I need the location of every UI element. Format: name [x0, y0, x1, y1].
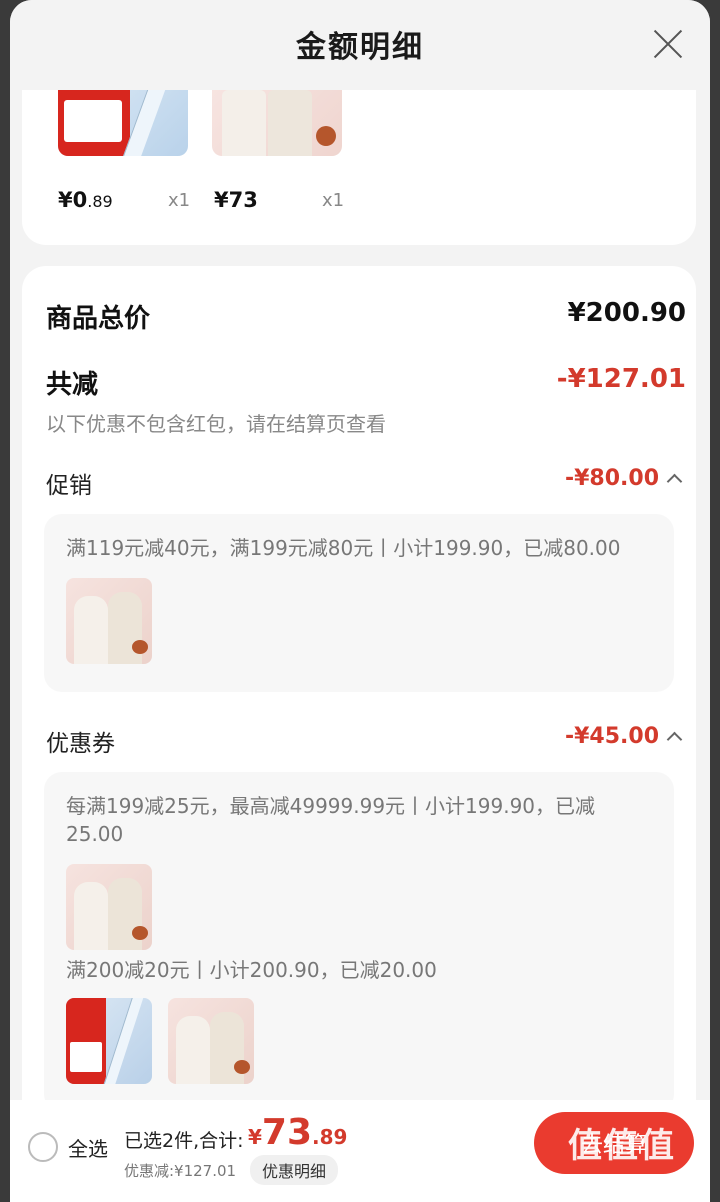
coupon-product-thumbnail[interactable] [66, 864, 152, 950]
amount-detail-sheet: 金额明细 ¥0.89 x1 ¥73 x1 商品总价 ¥200.90 共减 -¥1… [10, 0, 710, 1202]
model-graphic [74, 882, 108, 950]
promotion-rule-text: 满119元减40元，满199元减80元丨小计199.90，已减80.00 [66, 536, 621, 560]
chevron-up-icon [666, 731, 683, 748]
dog-graphic [132, 640, 148, 654]
coupon-product-thumbnail[interactable] [168, 998, 254, 1084]
sheet-header: 金额明细 [10, 0, 710, 90]
promotion-product-thumbnail[interactable] [66, 578, 152, 664]
model-graphic [268, 90, 312, 156]
sheet-title: 金额明细 [296, 30, 424, 65]
selected-count: 已选2件,合计: [124, 1130, 244, 1152]
coupon-detail-box: 每满199减25元，最高减49999.99元丨小计199.90，已减25.00 … [44, 772, 674, 1112]
promotion-detail-box: 满119元减40元，满199元减80元丨小计199.90，已减80.00 [44, 514, 674, 692]
promotion-toggle[interactable]: -¥80.00 [564, 466, 683, 491]
product-card: ¥0.89 x1 ¥73 x1 [22, 90, 696, 245]
model-graphic [74, 596, 108, 664]
dog-graphic [316, 126, 336, 146]
ruler-graphic [103, 998, 144, 1084]
product-price: ¥73 [214, 188, 258, 212]
discount-total: 优惠减:¥127.01 [124, 1162, 237, 1180]
select-all-label[interactable]: 全选 [68, 1133, 108, 1162]
coupon-rule-text: 满200减20元丨小计200.90，已减20.00 [66, 958, 437, 982]
discount-detail-button[interactable]: 优惠明细 [250, 1155, 339, 1185]
coupon-value: -¥45.00 [564, 724, 659, 749]
dog-graphic [234, 1060, 250, 1074]
promotion-value: -¥80.00 [564, 466, 659, 491]
total-price-value: ¥200.90 [567, 298, 686, 328]
promo-label-graphic [64, 100, 122, 142]
promotion-label: 促销 [46, 473, 92, 499]
model-graphic [176, 1016, 210, 1084]
product-quantity: x1 [322, 190, 345, 211]
total-reduction-value: -¥127.01 [556, 364, 686, 394]
total-reduction-label: 共减 [46, 370, 99, 400]
coupon-rule-text: 每满199减25元，最高减49999.99元丨小计199.90，已减25.00 [66, 794, 596, 846]
coupon-toggle[interactable]: -¥45.00 [564, 724, 683, 749]
close-icon[interactable] [652, 28, 684, 60]
total-amount: ¥73.89 [248, 1112, 348, 1153]
product-thumbnail-sweater[interactable] [212, 90, 342, 156]
site-watermark: 值值值 [568, 1126, 676, 1166]
discount-note: 以下优惠不包含红包，请在结算页查看 [46, 412, 386, 436]
product-thumbnail-ruler[interactable] [58, 90, 188, 156]
product-price: ¥0.89 [58, 188, 113, 212]
total-price-label: 商品总价 [46, 304, 151, 334]
select-all-radio[interactable] [28, 1132, 58, 1162]
price-summary-card: 商品总价 ¥200.90 共减 -¥127.01 以下优惠不包含红包，请在结算页… [22, 266, 696, 1202]
product-quantity: x1 [168, 190, 191, 211]
promo-label-graphic [70, 1042, 102, 1072]
coupon-label: 优惠券 [46, 731, 115, 757]
chevron-up-icon [666, 473, 683, 490]
coupon-product-thumbnail[interactable] [66, 998, 152, 1084]
dog-graphic [132, 926, 148, 940]
model-graphic [222, 90, 266, 156]
watermark-url: zhizhizhi.com [572, 1176, 667, 1192]
